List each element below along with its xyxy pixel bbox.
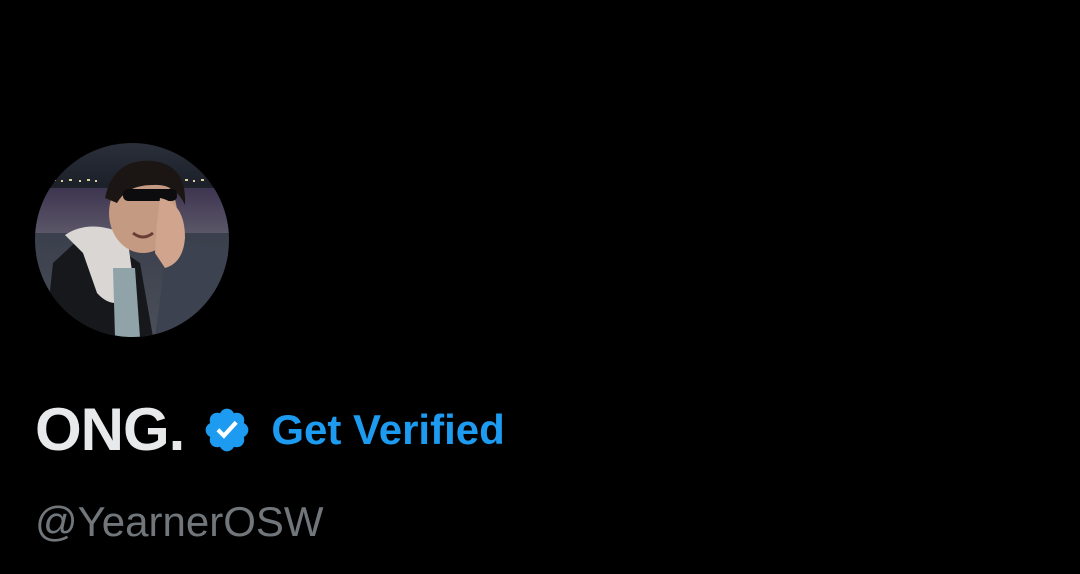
get-verified-link[interactable]: Get Verified	[271, 396, 504, 464]
profile-header: ONG. Get Verified @YearnerOSW	[0, 0, 1080, 574]
display-name: ONG.	[35, 396, 185, 463]
avatar[interactable]	[35, 143, 229, 337]
avatar-photo	[35, 143, 229, 337]
user-handle: @YearnerOSW	[35, 498, 324, 545]
name-row: ONG. Get Verified	[35, 396, 505, 464]
verified-badge-icon[interactable]	[202, 405, 252, 455]
